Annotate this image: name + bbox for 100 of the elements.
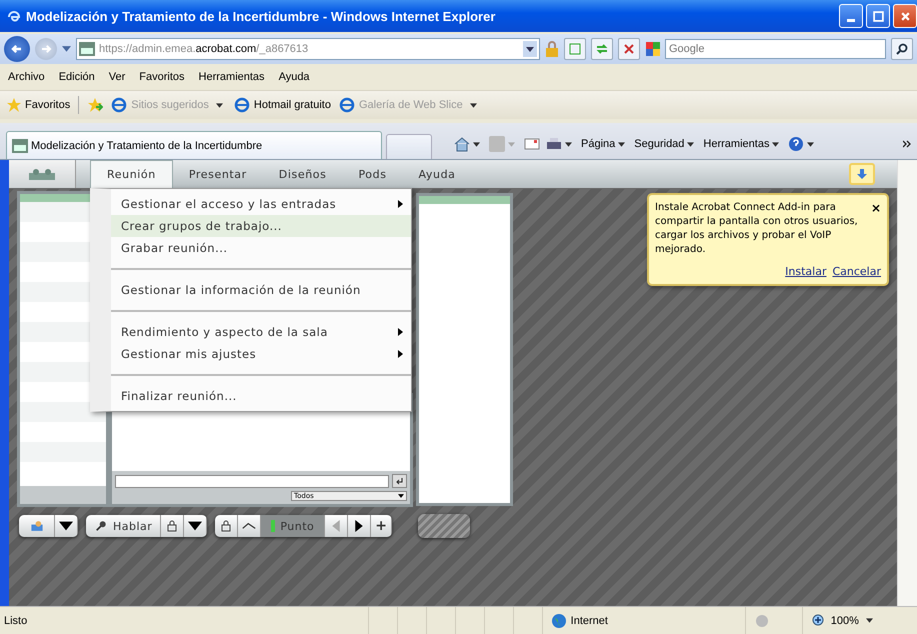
people-icon	[27, 167, 57, 181]
menu-option[interactable]: Grabar reunión...	[111, 237, 411, 259]
search-field[interactable]: Google	[665, 39, 886, 59]
lock-button[interactable]	[161, 515, 184, 537]
close-button[interactable]	[893, 4, 917, 28]
close-icon	[622, 42, 636, 56]
menu-item[interactable]: Herramientas	[198, 71, 265, 83]
mail-icon[interactable]	[524, 136, 540, 152]
address-field[interactable]: https://admin.emea.acrobat.com/_a867613	[76, 38, 540, 60]
menu-item[interactable]: Edición	[58, 71, 95, 83]
printer-icon	[546, 136, 562, 152]
menu-option[interactable]: Gestionar la información de la reunión	[111, 259, 411, 301]
popup-message: Instale Acrobat Connect Add-in para compartir la pantalla con otros usuarios, cargar los archivos y probar el VoIP mejorado.	[655, 201, 859, 257]
stop-button[interactable]	[618, 38, 640, 60]
dropdown-button[interactable]	[184, 515, 208, 537]
talk-button[interactable]: Hablar	[86, 515, 162, 537]
app-menu-item[interactable]: Pods	[342, 160, 403, 188]
caret-icon	[398, 494, 404, 498]
browser-logo-icon	[234, 97, 250, 113]
menu-option[interactable]: Rendimiento y aspecto de la sala	[111, 301, 411, 343]
caret-icon	[216, 102, 223, 108]
pointer-button[interactable]: Punto	[261, 515, 326, 537]
down-arrow-icon	[856, 168, 868, 180]
person-icon	[30, 520, 44, 532]
back-button[interactable]	[4, 36, 30, 62]
popup-link[interactable]: Instalar	[785, 265, 826, 278]
search-provider-icon	[645, 42, 661, 56]
browser-logo-icon	[338, 97, 355, 113]
menu-option[interactable]: Crear grupos de trabajo...	[111, 215, 411, 237]
site-icon	[79, 42, 95, 56]
lock-button[interactable]	[215, 515, 238, 537]
indicator-icon	[271, 520, 276, 532]
home-icon	[454, 136, 470, 152]
app-menu-item[interactable]: Diseños	[262, 160, 342, 188]
scrollbar[interactable]	[897, 160, 917, 606]
caret-icon	[807, 142, 814, 146]
refresh-button[interactable]	[591, 38, 613, 60]
browser-logo-icon	[111, 97, 128, 113]
url-text: https://admin.emea.acrobat.com/_a867613	[99, 43, 310, 55]
popup-link[interactable]: Cancelar	[832, 265, 881, 278]
window-title: Modelización y Tratamiento de la Incertidumbre - Windows Internet Explorer	[26, 8, 496, 24]
add-favorite-icon[interactable]	[87, 97, 104, 113]
download-button[interactable]	[849, 163, 875, 185]
browser-logo-icon	[6, 8, 22, 24]
star-icon	[6, 97, 22, 113]
command-menu[interactable]: Herramientas	[703, 138, 782, 150]
refresh-icon	[595, 42, 609, 56]
submenu-arrow-icon	[398, 350, 403, 358]
page-icon	[568, 42, 582, 56]
caret-icon	[565, 142, 572, 146]
help-icon	[788, 136, 804, 152]
app-menu-item[interactable]: Reunión	[90, 160, 173, 188]
globe-icon	[550, 612, 567, 628]
padlock-icon[interactable]	[545, 41, 559, 57]
submenu-arrow-icon	[398, 200, 403, 208]
minimize-button[interactable]	[839, 4, 863, 28]
message-field[interactable]	[115, 474, 389, 488]
menu-option[interactable]: Gestionar mis ajustes	[111, 343, 411, 365]
command-menu[interactable]: Página	[581, 138, 628, 150]
menu-item[interactable]: Archivo	[8, 71, 45, 83]
app-menu-item[interactable]: Ayuda	[402, 160, 472, 188]
padlock-icon	[219, 520, 234, 532]
caret-icon	[618, 142, 626, 146]
menu-item[interactable]: Ayuda	[278, 71, 310, 83]
send-button[interactable]	[392, 474, 407, 488]
menu-option[interactable]: Gestionar el acceso y las entradas	[111, 193, 411, 215]
app-menu-item[interactable]: Presentar	[172, 160, 263, 188]
favorites-link[interactable]: Hotmail gratuito	[234, 97, 331, 113]
zoom-button[interactable]: 100%	[802, 607, 917, 634]
connect-logo-button[interactable]	[9, 160, 76, 188]
close-button[interactable]: ×	[870, 201, 881, 257]
menu-item[interactable]: Favoritos	[139, 71, 185, 83]
compatibility-button[interactable]	[564, 38, 586, 60]
caret-icon	[526, 46, 534, 52]
maximize-button[interactable]	[866, 4, 890, 28]
add-button[interactable]: +	[371, 515, 392, 537]
caret-icon	[188, 520, 202, 532]
caret-icon	[470, 102, 477, 108]
maximize-icon	[872, 10, 884, 22]
chevron-icon[interactable]	[903, 140, 911, 148]
caret-icon	[772, 142, 780, 146]
security-zone: Internet	[542, 607, 746, 634]
browser-tab[interactable]: Modelización y Tratamiento de la Incertidumbre	[6, 131, 382, 159]
search-icon	[895, 42, 909, 56]
padlock-icon	[165, 520, 180, 532]
address-dropdown-button[interactable]	[523, 41, 537, 57]
minimize-icon	[847, 18, 855, 22]
caret-icon	[59, 520, 73, 532]
menu-item[interactable]: Ver	[108, 71, 126, 83]
command-menu[interactable]: Seguridad	[634, 138, 698, 150]
caret-icon	[687, 142, 694, 146]
search-button[interactable]	[891, 38, 913, 60]
status-text: Listo	[3, 614, 28, 626]
dropdown-button[interactable]	[55, 515, 78, 537]
next-button[interactable]	[348, 515, 372, 537]
history-dropdown-icon[interactable]	[62, 46, 71, 52]
microphone-icon	[94, 520, 108, 532]
favorites-button[interactable]: Favoritos	[6, 97, 70, 113]
menu-option[interactable]: Finalizar reunión...	[111, 365, 411, 407]
enter-icon	[396, 477, 404, 485]
